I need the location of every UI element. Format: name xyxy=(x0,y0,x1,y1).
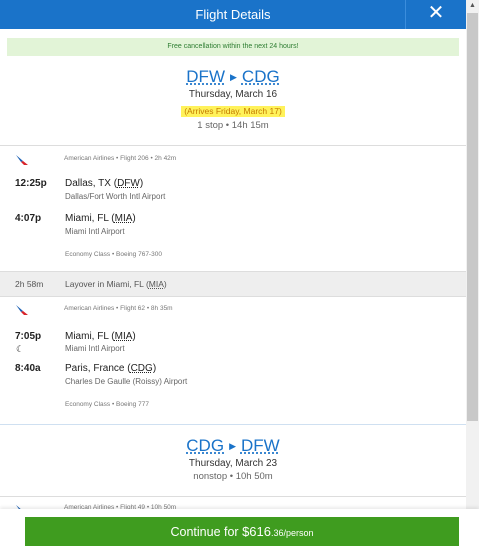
layover-airport-code[interactable]: MIA xyxy=(149,279,164,289)
overnight-moon-icon: ☾ xyxy=(16,344,25,354)
arrival-airport: Charles De Gaulle (Roissy) Airport xyxy=(65,377,188,386)
arrival-date-notice: (Arrives Friday, March 17) xyxy=(181,106,285,117)
origin-code[interactable]: DFW xyxy=(186,67,225,86)
header: Flight Details ✕ xyxy=(0,0,466,29)
layover-duration: 2h 58m xyxy=(15,279,44,289)
arrival-city: Paris, France (CDG) xyxy=(65,363,157,374)
layover-text: Layover in Miami, FL (MIA) xyxy=(65,279,167,289)
arrival-airport-code[interactable]: MIA xyxy=(115,213,133,224)
departure-airport-code[interactable]: MIA xyxy=(115,331,133,342)
arrival-time: 8:40a xyxy=(15,363,41,374)
airline-row: American Airlines • Flight 62 • 8h 35m xyxy=(0,296,466,322)
return-route: CDG ▶ DFW xyxy=(0,436,466,456)
cabin-info: Economy Class • Boeing 767-300 xyxy=(65,251,162,258)
outbound-date: Thursday, March 16 xyxy=(188,89,278,100)
flight-details-panel: Flight Details ✕ Free cancellation withi… xyxy=(0,0,466,550)
airline-info: American Airlines • Flight 62 • 8h 35m xyxy=(64,305,173,312)
airline-logo-icon xyxy=(16,305,28,315)
price-cents-per-person: .36/person xyxy=(270,528,314,538)
outbound-summary: DFW ▶ CDG Thursday, March 16 (Arrives Frid… xyxy=(0,67,466,145)
price-amount: $616 xyxy=(242,524,271,539)
continue-button[interactable]: Continue for $616.36/person xyxy=(25,517,459,546)
arrow-right-icon: ▶ xyxy=(229,441,236,451)
arrival-time: 4:07p xyxy=(15,213,42,224)
return-summary: CDG ▶ DFW Thursday, March 23 nonstop • 10h… xyxy=(0,424,466,498)
destination-code[interactable]: CDG xyxy=(242,67,280,86)
departure-city-name: Dallas, TX xyxy=(65,178,111,189)
arrival-airport-code[interactable]: CDG xyxy=(131,363,153,374)
continue-label: Continue for xyxy=(170,525,243,539)
origin-code[interactable]: CDG xyxy=(186,436,224,455)
departure-time: 12:25p xyxy=(15,178,47,189)
flight-segment-2: American Airlines • Flight 62 • 8h 35m 7… xyxy=(0,296,466,424)
layover-row: 2h 58m Layover in Miami, FL (MIA) xyxy=(0,271,466,297)
departure-airport-code[interactable]: DFW xyxy=(117,178,140,189)
airline-info: American Airlines • Flight 206 • 2h 42m xyxy=(64,155,177,162)
close-icon: ✕ xyxy=(427,2,445,24)
airline-logo-icon xyxy=(16,155,28,165)
scrollbar-thumb[interactable] xyxy=(467,13,478,421)
cancellation-notice: Free cancellation within the next 24 hou… xyxy=(7,38,459,56)
destination-code[interactable]: DFW xyxy=(241,436,280,455)
departure-time: 7:05p xyxy=(15,331,42,342)
arrival-city: Miami, FL (MIA) xyxy=(65,213,136,224)
departure-city: Dallas, TX (DFW) xyxy=(65,178,144,189)
outbound-stops: 1 stop • 14h 15m xyxy=(197,120,269,131)
footer: Continue for $616.36/person xyxy=(0,509,479,550)
departure-city: Miami, FL (MIA) xyxy=(65,331,136,342)
layover-location: Layover in Miami, FL xyxy=(65,279,144,289)
arrow-right-icon: ▶ xyxy=(230,72,237,82)
departure-airport: Miami Intl Airport xyxy=(65,344,125,353)
page-title: Flight Details xyxy=(195,7,271,22)
return-date: Thursday, March 23 xyxy=(188,458,278,469)
return-stops: nonstop • 10h 50m xyxy=(193,471,273,482)
departure-city-name: Miami, FL xyxy=(65,331,109,342)
arrival-city-name: Miami, FL xyxy=(65,213,109,224)
flight-segment-1: American Airlines • Flight 206 • 2h 42m … xyxy=(0,145,466,262)
arrival-airport: Miami Intl Airport xyxy=(65,227,125,236)
scroll-up-icon[interactable]: ▲ xyxy=(466,0,479,12)
departure-airport: Dallas/Fort Worth Intl Airport xyxy=(65,192,166,201)
arrival-city-name: Paris, France xyxy=(65,363,125,374)
cabin-info: Economy Class • Boeing 777 xyxy=(65,401,149,408)
close-button[interactable]: ✕ xyxy=(405,0,466,29)
airline-row: American Airlines • Flight 206 • 2h 42m xyxy=(0,146,466,172)
outbound-route: DFW ▶ CDG xyxy=(0,67,466,87)
